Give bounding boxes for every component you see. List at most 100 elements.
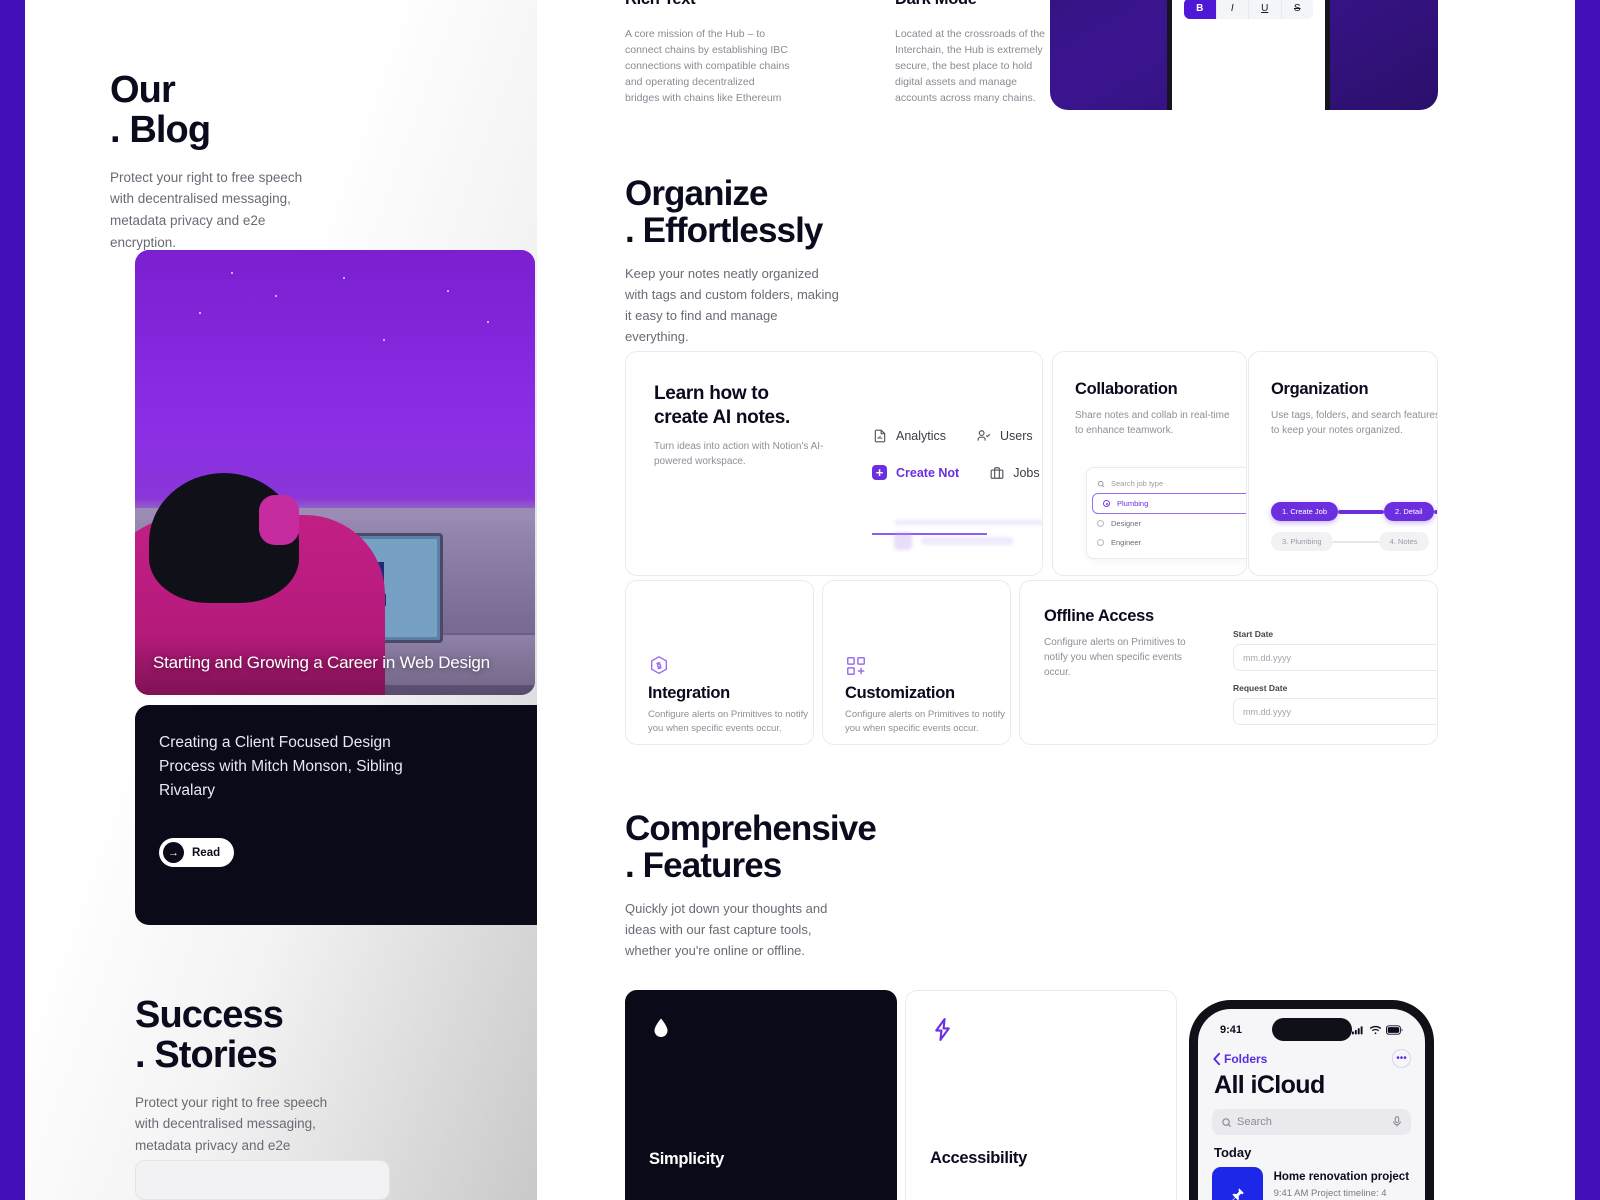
step-plumbing[interactable]: 3. Plumbing [1271,532,1333,551]
card-integration[interactable]: Integration Configure alerts on Primitiv… [625,580,814,745]
back-to-folders-button[interactable]: Folders [1212,1052,1267,1066]
page-root: Our . Blog Protect your right to free sp… [0,0,1600,1200]
grid-plus-icon [845,655,867,677]
step-connector [1433,509,1437,514]
phone-note-row[interactable]: Home renovation project 9:41 AM Project … [1212,1167,1411,1200]
comprehensive-description: Quickly jot down your thoughts and ideas… [625,901,828,959]
organization-description: Use tags, folders, and search features t… [1271,410,1438,436]
simplicity-title: Simplicity [649,1150,724,1168]
option-plumbing[interactable]: Plumbing [1092,493,1246,514]
menu-item-jobs-label: Jobs [1013,465,1040,480]
menu-item-users[interactable]: Users [976,428,1033,443]
menu-item-create-note-label: Create Not [896,465,960,480]
success-heading-block: Success . Stories Protect your right to … [135,995,537,1179]
collaboration-description: Share notes and collab in real-time to e… [1075,410,1230,436]
phone-status-bar: 9:41 [1198,1019,1425,1041]
read-button[interactable]: → Read [159,838,235,867]
success-title: Success . Stories [135,995,537,1076]
menu-item-analytics[interactable]: Analytics [872,428,946,443]
option-engineer-label: Engineer [1111,538,1142,547]
collaboration-title: Collaboration [1075,380,1178,398]
document-chart-icon [872,428,887,443]
card-offline-access[interactable]: Offline Access Configure alerts on Primi… [1019,580,1438,745]
phone-section-label: Today [1214,1145,1252,1160]
step-connector [1332,540,1379,543]
success-card-placeholder [135,1160,390,1200]
request-date-placeholder: mm.dd.yyyy [1243,706,1292,717]
organize-title: Organize . Effortlessly [625,175,1055,249]
blog-hero-card[interactable]: Starting and Growing a Career in Web Des… [135,250,535,695]
organize-title-line2: . Effortlessly [625,211,823,251]
card-accessibility[interactable]: Accessibility [905,990,1177,1200]
blog-hero-caption: Starting and Growing a Career in Web Des… [135,637,535,695]
user-check-icon [976,428,991,443]
format-button-group: B I U S [1184,0,1313,19]
request-date-input[interactable]: mm.dd.yyyy [1233,698,1437,725]
start-date-label: Start Date [1233,629,1274,639]
blog-title-line2: . Blog [110,109,211,152]
blog-dark-card[interactable]: Creating a Client Focused Design Process… [135,705,537,925]
menu-item-users-label: Users [1000,428,1033,443]
microphone-icon[interactable] [1392,1116,1402,1128]
format-showcase-card: ✓ Hire contractor Format ✕ Title Heading… [1050,0,1438,110]
hexagon-link-icon [648,655,670,677]
job-type-search-panel[interactable]: Search job type Plumbing Designer Engine… [1086,467,1246,559]
status-time: 9:41 [1220,1024,1243,1036]
menu-item-analytics-label: Analytics [896,428,947,443]
organize-heading-block: Organize . Effortlessly Keep your notes … [625,175,1055,347]
comprehensive-heading-block: Comprehensive . Features Quickly jot dow… [625,810,1055,961]
ghost-placeholder-left [894,520,1042,550]
card-ai-notes[interactable]: Learn how to create AI notes. Turn ideas… [625,351,1043,576]
option-engineer[interactable]: Engineer [1087,533,1246,552]
phone-note-title: Home renovation project [1273,1171,1410,1183]
success-title-line2: . Stories [135,1034,278,1077]
card-simplicity[interactable]: Simplicity [625,990,897,1200]
main-content: Rich Text A core mission of the Hub – to… [537,0,1575,1200]
menu-item-create-note[interactable]: + Create Not [872,465,959,480]
underline-button[interactable]: U [1249,0,1282,19]
start-date-input[interactable]: mm.dd.yyyy [1233,644,1437,671]
step-create-job[interactable]: 1. Create Job [1271,502,1339,521]
step-detail[interactable]: 2. Detail [1384,502,1434,521]
feature-rich-text: Rich Text A core mission of the Hub – to… [625,0,790,107]
ai-notes-title-line2: create AI notes. [654,406,790,428]
lightning-icon [930,1017,1152,1042]
integration-description: Configure alerts on Primitives to notify… [648,709,808,735]
feature-dark-mode-body: Located at the crossroads of the Interch… [895,28,1046,104]
card-customization[interactable]: Customization Configure alerts on Primit… [822,580,1011,745]
card-organization[interactable]: Organization Use tags, folders, and sear… [1248,351,1438,576]
card-collaboration[interactable]: Collaboration Share notes and collab in … [1052,351,1247,576]
italic-button[interactable]: I [1216,0,1249,19]
strikethrough-button[interactable]: S [1281,0,1313,19]
right-accent-bar [1575,0,1600,1200]
blog-description: Protect your right to free speech with d… [110,169,303,251]
pin-icon [1212,1167,1263,1200]
radio-icon [1097,520,1104,527]
bold-button[interactable]: B [1184,0,1217,19]
feature-dark-mode-title: Dark Mode [895,0,1060,9]
ai-notes-title-line1: Learn how to [654,383,769,404]
organization-title: Organization [1271,380,1369,398]
wifi-icon [1369,1025,1382,1035]
ellipsis-icon[interactable]: ••• [1392,1049,1411,1068]
comprehensive-title-line1: Comprehensive [625,809,877,848]
search-job-type-input[interactable]: Search job type [1087,474,1246,493]
customization-title: Customization [845,684,955,702]
blog-dark-title: Creating a Client Focused Design Process… [159,734,403,800]
phone-search-input[interactable]: Search [1212,1109,1411,1135]
blog-preview-panel: Our . Blog Protect your right to free sp… [25,0,537,1200]
offline-title: Offline Access [1044,607,1154,625]
search-icon [1097,480,1105,487]
step-notes[interactable]: 4. Notes [1378,532,1429,551]
blog-title: Our . Blog [110,70,537,151]
success-title-line1: Success [135,994,284,1036]
option-designer[interactable]: Designer [1087,514,1246,533]
blog-title-line1: Our [110,69,176,111]
left-accent-bar [0,0,25,1200]
feature-rich-text-title: Rich Text [625,0,790,9]
comprehensive-title-line2: . Features [625,846,782,886]
start-date-placeholder: mm.dd.yyyy [1243,652,1292,663]
menu-item-jobs[interactable]: Jobs [989,465,1040,480]
organization-steps: 1. Create Job 2. Detail 3. Plumbing 4. N… [1271,502,1437,562]
status-indicators [1352,1025,1403,1035]
